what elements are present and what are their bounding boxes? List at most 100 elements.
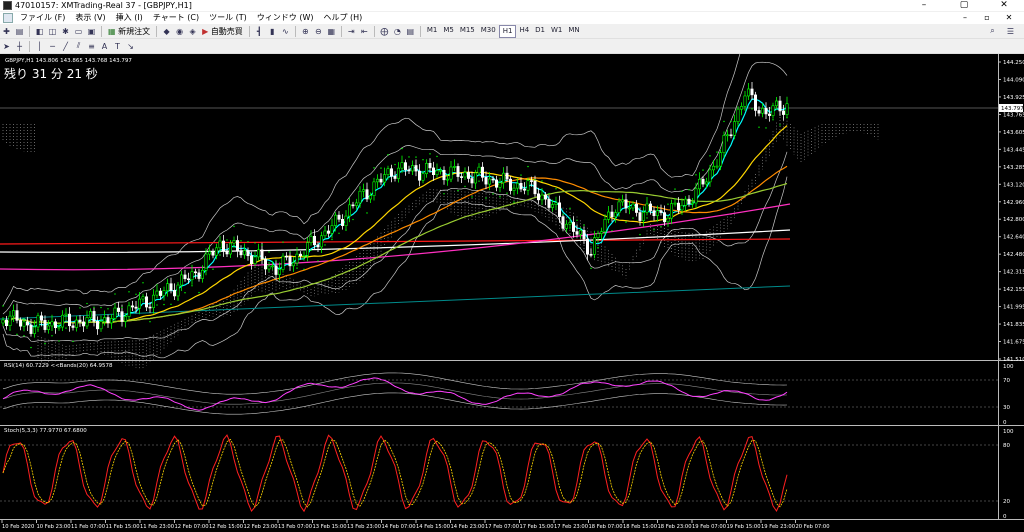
price-tick-label: 143.605 — [1003, 130, 1024, 136]
timeframe-m5-button[interactable]: M5 — [440, 25, 457, 36]
candle-body — [522, 188, 526, 191]
channel-icon[interactable]: ⫽ — [73, 41, 84, 52]
candle-body — [589, 253, 593, 256]
timeframe-mn-button[interactable]: MN — [565, 25, 582, 36]
community-icon[interactable]: ☰ — [1005, 26, 1016, 37]
candle-body — [337, 214, 341, 220]
candle-body — [152, 294, 156, 309]
candle-body — [117, 307, 121, 312]
sar-dot — [730, 120, 732, 122]
stoch-signal-line — [2, 438, 788, 508]
candle-body — [641, 212, 645, 221]
timeframe-h1-button[interactable]: H1 — [498, 24, 517, 38]
candle-body — [592, 237, 596, 255]
sar-dot — [135, 293, 137, 295]
sar-dot — [205, 267, 207, 269]
navigator-icon[interactable]: ✱ — [60, 26, 71, 37]
timeframe-h4-button[interactable]: H4 — [516, 25, 532, 36]
mdi-close-button[interactable]: ✕ — [998, 12, 1020, 24]
periods-icon[interactable]: ◔ — [392, 26, 403, 37]
data-window-icon[interactable]: ◫ — [47, 26, 58, 37]
templates-icon[interactable]: ▤ — [405, 26, 416, 37]
bar-chart-icon[interactable]: ┫ — [254, 26, 265, 37]
menu-tools[interactable]: ツール (T) — [204, 12, 252, 24]
signals-icon[interactable]: ◉ — [174, 26, 185, 37]
candle-body — [138, 298, 142, 309]
metaeditor-icon[interactable]: ◆ — [161, 26, 172, 37]
timeframe-w1-button[interactable]: W1 — [548, 25, 565, 36]
sar-dot — [513, 201, 515, 203]
candle-body — [578, 230, 582, 235]
candlestick-icon[interactable]: ▮ — [267, 26, 278, 37]
separator — [29, 40, 30, 52]
market-icon[interactable]: ◈ — [187, 26, 198, 37]
sar-dot — [324, 244, 326, 246]
vertical-line-icon[interactable]: │ — [34, 41, 45, 52]
candle-body — [361, 189, 365, 192]
candle-body — [540, 194, 544, 201]
candle-body — [253, 256, 257, 264]
autoscroll-icon[interactable]: ⇤ — [359, 26, 370, 37]
text-icon[interactable]: A — [99, 41, 110, 52]
menu-bar: ファイル (F) 表示 (V) 挿入 (I) チャート (C) ツール (T) … — [0, 12, 1024, 24]
sar-dot — [37, 329, 39, 331]
mdi-minimize-button[interactable]: – — [954, 12, 976, 24]
tile-windows-icon[interactable]: ▦ — [326, 26, 337, 37]
timeframe-m30-button[interactable]: M30 — [478, 25, 499, 36]
candle-body — [347, 204, 351, 217]
menu-view[interactable]: 表示 (V) — [70, 12, 110, 24]
candle-body — [505, 172, 509, 180]
new-chart-icon[interactable]: ✚ — [1, 26, 12, 37]
candle-body — [736, 108, 740, 122]
candle-body — [463, 172, 467, 178]
menu-file[interactable]: ファイル (F) — [15, 12, 70, 24]
auto-trading-button[interactable]: ▶ 自動売買 — [199, 26, 246, 37]
standard-toolbar: ✚ ▤ ◧ ◫ ✱ ▭ ▣ ▦ 新規注文 ◆ ◉ ◈ ▶ 自動売買 ┫ ▮ ∿ … — [0, 24, 1024, 39]
sar-dot — [212, 268, 214, 270]
separator — [101, 25, 102, 37]
minimize-button[interactable]: – — [904, 0, 944, 11]
menu-window[interactable]: ウィンドウ (W) — [252, 12, 319, 24]
chart-window-icon[interactable] — [3, 13, 13, 23]
sar-dot — [359, 204, 361, 206]
label-icon[interactable]: T — [112, 41, 123, 52]
chart-window[interactable]: GBPJPY,H1 143.806 143.865 143.768 143.79… — [0, 54, 1024, 532]
chart-shift-icon[interactable]: ⇥ — [346, 26, 357, 37]
menu-help[interactable]: ヘルプ (H) — [318, 12, 367, 24]
candle-body — [452, 166, 456, 168]
crosshair-icon[interactable]: ┼ — [14, 41, 25, 52]
zoom-in-icon[interactable]: ⊕ — [300, 26, 311, 37]
cursor-icon[interactable]: ➤ — [1, 41, 12, 52]
separator — [419, 25, 421, 37]
tester-icon[interactable]: ▣ — [86, 26, 97, 37]
candle-body — [305, 242, 309, 256]
new-order-button[interactable]: ▦ 新規注文 — [105, 26, 153, 37]
price-tick-label: 141.835 — [1003, 322, 1024, 328]
fibonacci-icon[interactable]: ≡ — [86, 41, 97, 52]
terminal-icon[interactable]: ▭ — [73, 26, 84, 37]
close-button[interactable]: ✕ — [984, 0, 1024, 11]
arrows-icon[interactable]: ↘ — [125, 41, 136, 52]
indicators-icon[interactable]: ⨁ — [379, 26, 390, 37]
sar-dot — [625, 221, 627, 223]
mdi-restore-button[interactable]: ▫ — [976, 12, 998, 24]
sar-dot — [646, 217, 648, 219]
menu-insert[interactable]: 挿入 (I) — [111, 12, 148, 24]
rsi-tick-label: 30 — [1003, 405, 1010, 411]
timeframe-m15-button[interactable]: M15 — [457, 25, 478, 36]
trendline-icon[interactable]: ╱ — [60, 41, 71, 52]
market-watch-icon[interactable]: ◧ — [34, 26, 45, 37]
maximize-button[interactable]: ▢ — [944, 0, 984, 11]
timeframe-d1-button[interactable]: D1 — [532, 25, 548, 36]
sar-dot — [352, 218, 354, 221]
search-icon[interactable]: ⌕ — [987, 26, 998, 37]
price-chart[interactable]: GBPJPY,H1 143.806 143.865 143.768 143.79… — [0, 54, 1024, 532]
new-order-label: 新規注文 — [118, 26, 151, 36]
zoom-out-icon[interactable]: ⊖ — [313, 26, 324, 37]
menu-chart[interactable]: チャート (C) — [148, 12, 204, 24]
line-chart-icon[interactable]: ∿ — [280, 26, 291, 37]
profiles-icon[interactable]: ▤ — [14, 26, 25, 37]
candle-body — [697, 178, 701, 190]
timeframe-m1-button[interactable]: M1 — [424, 25, 441, 36]
horizontal-line-icon[interactable]: ─ — [47, 41, 58, 52]
